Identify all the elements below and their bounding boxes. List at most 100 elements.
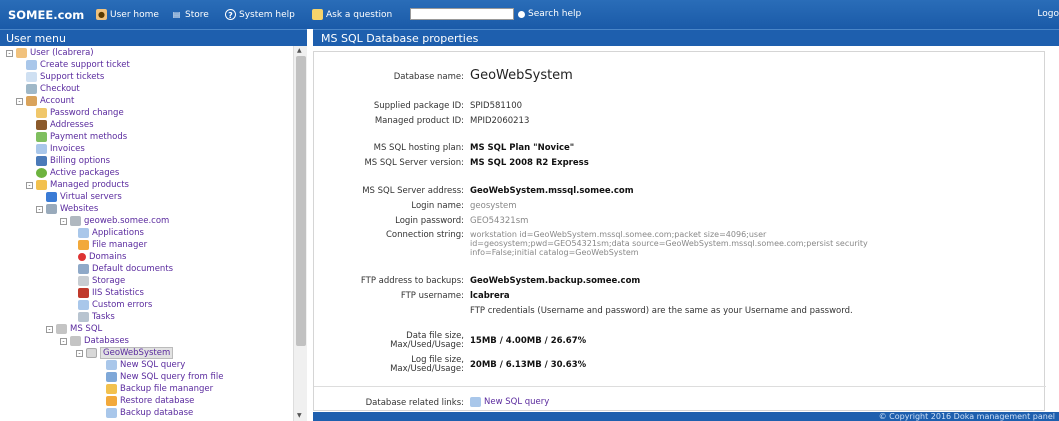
system-help-link[interactable]: ? System help <box>225 9 295 20</box>
storage-icon <box>78 276 89 286</box>
menu-item-custom-errors[interactable]: Custom errors <box>78 299 152 311</box>
ticket-icon <box>26 60 37 70</box>
log-size-value: 20MB / 6.13MB / 30.63% <box>470 360 587 370</box>
checkout-icon <box>26 84 37 94</box>
menu-item-password-change[interactable]: Password change <box>36 107 124 119</box>
menu-item-invoices[interactable]: Invoices <box>36 143 85 155</box>
scroll-up-arrow-icon[interactable]: ▲ <box>297 47 302 54</box>
menu-item-checkout[interactable]: Checkout <box>26 83 80 95</box>
user-menu-title: User menu <box>0 29 307 46</box>
user-home-link[interactable]: ● User home <box>96 9 159 20</box>
menu-item-new-sql-query[interactable]: New SQL query <box>106 359 185 371</box>
menu-item-restore-database[interactable]: Restore database <box>106 395 194 407</box>
help-icon: ? <box>225 9 236 20</box>
connection-string-line1: workstation id=GeoWebSystem.mssql.somee.… <box>470 230 767 239</box>
menu-item-active-packages[interactable]: Active packages <box>36 167 119 179</box>
search-input[interactable] <box>410 8 514 20</box>
menu-item-virtual-servers[interactable]: Virtual servers <box>46 191 122 203</box>
properties-panel: Database name: GeoWebSystem Supplied pac… <box>313 51 1046 411</box>
collapse-icon[interactable]: - <box>60 337 67 345</box>
menu-item-databases[interactable]: - Databases <box>60 335 129 347</box>
menu-tree: - User (lcabrera) Create support ticket … <box>0 46 293 421</box>
menu-item-geowebsystem[interactable]: - GeoWebSystem <box>76 347 174 359</box>
ftp-address-value: GeoWebSystem.backup.somee.com <box>470 276 641 286</box>
scrollbar-thumb[interactable] <box>296 56 306 346</box>
menu-item-iis-statistics[interactable]: IIS Statistics <box>78 287 144 299</box>
menu-item-payment-methods[interactable]: Payment methods <box>36 131 127 143</box>
menu-item-backup-database[interactable]: Backup database <box>106 407 193 419</box>
query-icon <box>470 397 481 407</box>
menu-item-websites[interactable]: - Websites <box>36 203 98 215</box>
menu-item-default-documents[interactable]: Default documents <box>78 263 173 275</box>
account-icon <box>26 96 37 106</box>
login-name-label: Login name: <box>411 201 464 211</box>
menu-item-billing-options[interactable]: Billing options <box>36 155 110 167</box>
collapse-icon[interactable]: - <box>46 325 53 333</box>
menu-item-managed-products[interactable]: - Managed products <box>26 179 129 191</box>
query-icon <box>106 360 117 370</box>
menu-item-geoweb-site[interactable]: - geoweb.somee.com <box>60 215 169 227</box>
collapse-icon[interactable]: - <box>16 97 23 105</box>
menu-item-create-ticket[interactable]: Create support ticket <box>26 59 130 71</box>
menu-item-support-tickets[interactable]: Support tickets <box>26 71 104 83</box>
mssql-icon <box>56 324 67 334</box>
scroll-down-arrow-icon[interactable]: ▼ <box>297 412 302 419</box>
product-id-value: MPID2060213 <box>470 116 530 126</box>
tasks-icon <box>78 312 89 322</box>
store-link[interactable]: ▤ Store <box>171 9 209 20</box>
menu-item-backup-file-manager[interactable]: Backup file mananger <box>106 383 213 395</box>
menu-item-file-manager[interactable]: File manager <box>78 239 147 251</box>
databases-icon <box>70 336 81 346</box>
ask-question-link[interactable]: Ask a question <box>312 9 392 20</box>
menu-scrollbar[interactable]: ▲ ▼ <box>293 46 307 421</box>
applications-icon <box>78 228 89 238</box>
connection-string-label: Connection string: <box>385 230 464 240</box>
menu-item-tasks[interactable]: Tasks <box>78 311 115 323</box>
collapse-icon[interactable]: - <box>76 349 83 357</box>
menu-item-user[interactable]: - User (lcabrera) <box>6 47 94 59</box>
payment-icon <box>36 132 47 142</box>
file-manager-icon <box>78 240 89 250</box>
collapse-icon[interactable]: - <box>26 181 33 189</box>
cart-icon: ▤ <box>172 10 181 19</box>
top-navigation-bar: SOMEE.com ● User home ▤ Store ? System h… <box>0 0 1059 29</box>
menu-item-storage[interactable]: Storage <box>78 275 125 287</box>
data-size-value: 15MB / 4.00MB / 26.67% <box>470 336 587 346</box>
server-address-label: MS SQL Server address: <box>362 186 464 196</box>
new-sql-query-link[interactable]: New SQL query <box>470 397 549 407</box>
menu-item-account[interactable]: - Account <box>16 95 74 107</box>
menu-item-mssql[interactable]: - MS SQL <box>46 323 102 335</box>
tickets-icon <box>26 72 37 82</box>
folder-icon <box>36 180 47 190</box>
packages-icon <box>36 168 47 178</box>
ftp-address-label: FTP address to backups: <box>360 276 464 286</box>
login-password-label: Login password: <box>395 216 464 226</box>
menu-item-new-sql-query-file[interactable]: New SQL query from file <box>106 371 223 383</box>
connection-string-line2: id=geosystem;pwd=GEO54321sm;data source=… <box>470 239 868 248</box>
db-name-label: Database name: <box>393 72 464 82</box>
server-version-label: MS SQL Server version: <box>364 158 464 168</box>
product-id-label: Managed product ID: <box>374 116 464 126</box>
collapse-icon[interactable]: - <box>6 49 13 57</box>
ftp-username-value: lcabrera <box>470 291 510 301</box>
server-version-value: MS SQL 2008 R2 Express <box>470 158 589 168</box>
brand-logo[interactable]: SOMEE.com <box>8 8 84 22</box>
search-help-button[interactable]: Search help <box>518 9 581 19</box>
menu-item-addresses[interactable]: Addresses <box>36 119 94 131</box>
related-links-label: Database related links: <box>365 398 464 408</box>
login-password-value: GEO54321sm <box>470 216 529 226</box>
links-divider <box>314 386 1046 387</box>
database-icon <box>86 348 97 358</box>
logout-link[interactable]: Logo <box>1037 9 1059 19</box>
menu-item-applications[interactable]: Applications <box>78 227 144 239</box>
menu-item-domains[interactable]: Domains <box>78 251 126 263</box>
collapse-icon[interactable]: - <box>60 217 67 225</box>
log-size-label-2: Max/Used/Usage: <box>390 364 464 374</box>
site-icon <box>70 216 81 226</box>
documents-icon <box>78 264 89 274</box>
package-id-label: Supplied package ID: <box>373 101 464 111</box>
user-icon <box>16 48 27 58</box>
ftp-credentials-note: FTP credentials (Username and password) … <box>470 306 853 316</box>
db-name-value: GeoWebSystem <box>470 68 573 83</box>
collapse-icon[interactable]: - <box>36 205 43 213</box>
